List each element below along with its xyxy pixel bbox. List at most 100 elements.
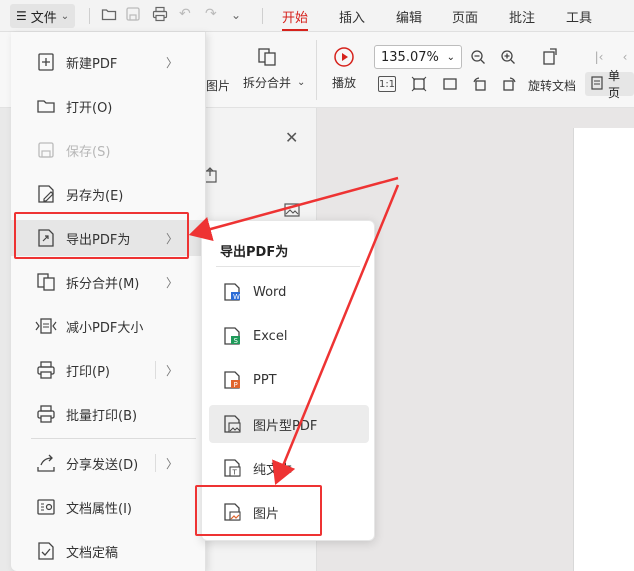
ppt-file-icon: P <box>221 369 243 391</box>
split-merge-button[interactable]: 拆分合并 <box>243 46 291 91</box>
toolbar-divider <box>89 8 90 24</box>
text-file-icon: T <box>221 457 243 479</box>
chevron-right-icon: 〉 <box>165 55 178 70</box>
rotate-document-label[interactable]: 旋转文档 <box>528 77 576 94</box>
submenu-divider <box>216 266 360 267</box>
file-menu-item-batch-print[interactable]: 批量打印(B) <box>11 396 206 432</box>
chevron-down-icon: ⌄ <box>60 10 70 22</box>
single-page-icon <box>591 75 603 93</box>
file-menu-item-save[interactable]: 保存(S) <box>11 132 206 168</box>
chevron-down-icon: ⌄ <box>446 51 455 63</box>
zoom-in-icon[interactable] <box>499 48 517 66</box>
print-icon <box>35 359 57 381</box>
split-merge-label: 拆分合并 <box>243 76 292 90</box>
image-pdf-icon <box>221 413 243 435</box>
single-page-label: 单页 <box>608 69 621 100</box>
print-icon[interactable] <box>152 6 168 26</box>
file-menu-button[interactable]: ☰ 文件 ⌄ <box>10 4 76 28</box>
zoom-out-icon[interactable] <box>469 48 487 66</box>
word-file-icon: W <box>221 281 243 303</box>
file-menu-item-split-merge[interactable]: 拆分合并(M) 〉 <box>11 264 206 300</box>
export-option-label: Excel <box>253 328 288 344</box>
tab-start[interactable]: 开始 <box>282 7 309 31</box>
new-pdf-icon <box>35 51 57 73</box>
tab-tools[interactable]: 工具 <box>566 7 592 26</box>
tab-annotate[interactable]: 批注 <box>509 7 535 26</box>
file-menu-label: 文档定稿 <box>66 545 119 561</box>
file-menu-label: 新建PDF <box>66 56 118 72</box>
file-menu-label: 保存(S) <box>66 144 111 160</box>
single-page-button[interactable]: 单页 <box>585 69 634 100</box>
more-chevron-icon[interactable]: ⌄ <box>231 8 241 22</box>
svg-text:T: T <box>232 469 238 477</box>
file-menu-item-print[interactable]: 打印(P) 〉 <box>11 352 206 388</box>
open-folder-icon[interactable] <box>101 6 117 26</box>
rotate-left-icon[interactable] <box>471 75 489 93</box>
submenu-title: 导出PDF为 <box>220 245 289 260</box>
previous-page-icon[interactable]: ‹ <box>616 48 634 66</box>
tab-insert[interactable]: 插入 <box>339 7 365 26</box>
file-menu-label: 批量打印(B) <box>66 408 138 424</box>
export-option-excel[interactable]: S Excel <box>209 317 369 355</box>
open-folder-icon <box>35 95 57 117</box>
save-icon[interactable] <box>125 6 141 26</box>
title-bar: ☰ 文件 ⌄ ↶ ↷ ⌄ 开始 插入 编辑 页面 批注 工具 <box>0 0 634 32</box>
undo-icon[interactable]: ↶ <box>179 6 191 22</box>
close-icon[interactable]: ✕ <box>285 128 298 147</box>
play-button[interactable]: 播放 <box>332 46 356 91</box>
ribbon-divider <box>316 40 317 100</box>
actual-size-icon[interactable]: 1:1 <box>378 76 396 92</box>
save-as-icon <box>35 183 57 205</box>
zoom-select[interactable]: 135.07% ⌄ <box>374 45 462 69</box>
play-icon <box>333 46 355 68</box>
export-option-label: 纯文本 <box>253 462 293 478</box>
file-menu-item-share[interactable]: 分享发送(D) 〉 <box>11 445 206 481</box>
hamburger-icon: ☰ <box>16 9 27 23</box>
document-properties-icon <box>35 496 57 518</box>
compress-icon <box>35 315 57 337</box>
tab-edit[interactable]: 编辑 <box>396 7 422 26</box>
svg-text:P: P <box>234 381 238 389</box>
image-icon[interactable] <box>284 203 300 220</box>
highlight-box-image <box>195 485 322 536</box>
rotate-document-icon[interactable] <box>540 46 562 68</box>
chevron-right-icon[interactable]: 〉 <box>166 455 178 472</box>
svg-text:W: W <box>233 293 240 301</box>
file-menu-label: 文件 <box>30 10 57 26</box>
chevron-right-icon[interactable]: 〉 <box>166 362 178 379</box>
zoom-value: 135.07% <box>381 49 439 65</box>
file-menu-item-save-as[interactable]: 另存为(E) <box>11 176 206 212</box>
chevron-right-icon: 〉 <box>165 275 178 290</box>
highlight-box-export <box>14 212 189 259</box>
redo-icon[interactable]: ↷ <box>205 6 217 22</box>
rotate-right-icon[interactable] <box>500 75 518 93</box>
export-option-plain-text[interactable]: T 纯文本 <box>209 449 369 487</box>
file-menu-item-properties[interactable]: 文档属性(I) <box>11 489 206 525</box>
tab-page[interactable]: 页面 <box>452 7 478 26</box>
file-menu-item-finalize[interactable]: 文档定稿 <box>11 533 206 569</box>
split-merge-chevron-icon[interactable]: ⌄ <box>297 77 305 88</box>
file-menu-label: 打开(O) <box>66 100 113 116</box>
export-option-image-pdf[interactable]: 图片型PDF <box>209 405 369 443</box>
document-page[interactable] <box>573 128 634 571</box>
file-menu-item-reduce-size[interactable]: 减小PDF大小 <box>11 308 206 344</box>
save-icon <box>35 139 57 161</box>
export-option-ppt[interactable]: P PPT <box>209 361 369 399</box>
file-menu: 新建PDF 〉 打开(O) 保存(S) 另存为(E) 导出PDF为 〉 拆分合并… <box>11 32 206 571</box>
svg-text:S: S <box>234 337 239 345</box>
menu-divider <box>31 438 196 439</box>
file-menu-item-open[interactable]: 打开(O) <box>11 88 206 124</box>
export-option-label: Word <box>253 284 287 300</box>
image-button[interactable]: 图片 <box>206 77 230 94</box>
finalize-document-icon <box>35 540 57 562</box>
fit-width-icon[interactable] <box>441 75 459 93</box>
first-page-icon[interactable]: |‹ <box>590 48 608 66</box>
file-menu-item-new-pdf[interactable]: 新建PDF 〉 <box>11 44 206 80</box>
file-menu-label: 减小PDF大小 <box>66 320 144 336</box>
excel-file-icon: S <box>221 325 243 347</box>
export-option-label: 图片型PDF <box>253 418 318 434</box>
share-icon <box>35 452 57 474</box>
fit-page-icon[interactable] <box>410 75 428 93</box>
file-menu-label: 拆分合并(M) <box>66 276 140 292</box>
export-option-word[interactable]: W Word <box>209 273 369 311</box>
